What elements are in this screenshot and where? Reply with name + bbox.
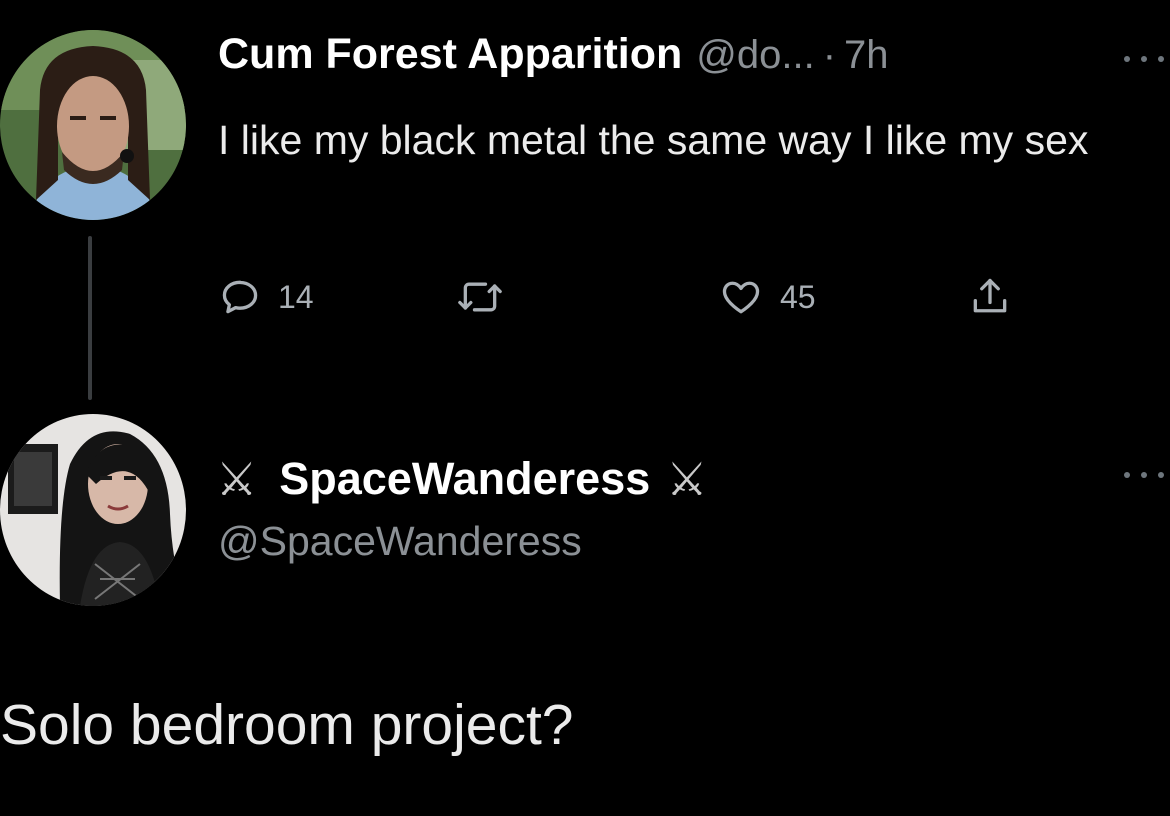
more-options-icon[interactable]: [1124, 52, 1164, 66]
like-button[interactable]: 45: [718, 272, 816, 322]
avatar-man-image: [0, 30, 186, 220]
retweet-icon: [458, 282, 502, 312]
tweet-action-bar: 14 45: [218, 272, 1038, 322]
tweet-timestamp[interactable]: 7h: [844, 33, 889, 78]
reply-icon: [222, 280, 258, 314]
reply-author-name[interactable]: SpaceWanderess: [279, 453, 650, 505]
share-button[interactable]: [968, 272, 1012, 322]
reply-text: Solo bedroom project?: [0, 693, 574, 757]
retweet-button[interactable]: [456, 272, 520, 322]
author-handle[interactable]: @do...: [696, 33, 814, 78]
reply-author-handle[interactable]: @SpaceWanderess: [218, 518, 582, 565]
thread-connector-line: [88, 236, 92, 400]
crossed-swords-icon: ⚔: [666, 453, 708, 505]
reply-header: ⚔ SpaceWanderess ⚔: [216, 444, 708, 514]
reply-button[interactable]: 14: [218, 272, 314, 322]
reply-author-avatar[interactable]: [0, 414, 186, 606]
like-count: 45: [780, 278, 816, 315]
heart-icon: [722, 281, 760, 314]
tweet-text: I like my black metal the same way I lik…: [218, 117, 1089, 163]
avatar-woman-image: [0, 414, 186, 606]
author-name[interactable]: Cum Forest Apparition: [218, 30, 682, 79]
separator-dot: ·: [822, 33, 837, 77]
author-avatar[interactable]: [0, 30, 186, 220]
more-options-icon[interactable]: [1124, 468, 1164, 482]
reply-count: 14: [278, 278, 314, 315]
tweet-header: Cum Forest Apparition @do... · 7h: [218, 30, 889, 90]
crossed-swords-icon: ⚔: [216, 453, 258, 505]
share-icon: [973, 278, 1007, 313]
